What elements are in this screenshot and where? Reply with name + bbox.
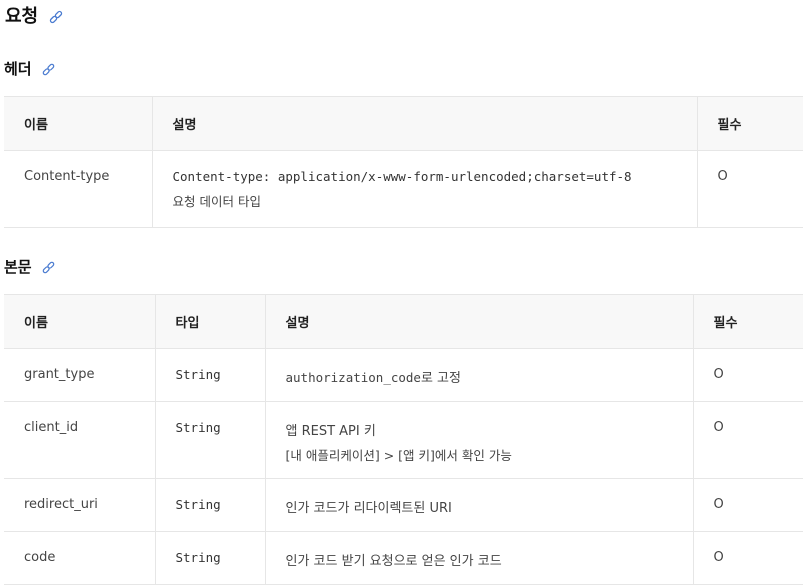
link-icon[interactable] — [41, 62, 56, 77]
column-header-type: 타입 — [154, 294, 265, 349]
link-icon[interactable] — [48, 9, 64, 25]
description-line: 앱 REST API 키 — [285, 424, 376, 439]
param-required: O — [692, 348, 803, 402]
body-table: 이름 타입 설명 필수 grant_type String authorizat… — [4, 294, 803, 585]
param-description: authorization_code로 고정 — [264, 348, 693, 402]
param-type: String — [154, 348, 265, 402]
column-header-description: 설명 — [151, 96, 697, 151]
param-description: 인가 코드 받기 요청으로 얻은 인가 코드 — [264, 531, 693, 585]
table-row: code String 인가 코드 받기 요청으로 얻은 인가 코드 O — [4, 531, 803, 585]
column-header-required: 필수 — [692, 294, 803, 349]
header-table-head-row: 이름 설명 필수 — [4, 96, 803, 151]
param-description: Content-type: application/x-www-form-url… — [151, 150, 697, 228]
body-section-heading: 본문 — [4, 256, 56, 277]
table-row: Content-type Content-type: application/x… — [4, 150, 803, 228]
link-icon[interactable] — [41, 260, 56, 275]
param-description: 앱 REST API 키 [내 애플리케이션] > [앱 키]에서 확인 가능 — [264, 401, 693, 479]
param-description: 인가 코드가 리다이렉트된 URI — [264, 478, 693, 532]
header-section-title: 헤더 — [4, 60, 32, 78]
request-title: 요청 — [5, 6, 39, 27]
description-text: 로 고정 — [420, 371, 461, 386]
header-table: 이름 설명 필수 Content-type Content-type: appl… — [4, 96, 803, 228]
param-name: redirect_uri — [4, 478, 155, 532]
param-required: O — [692, 401, 803, 479]
column-header-name: 이름 — [4, 294, 155, 349]
param-type: String — [154, 401, 265, 479]
description-line: Content-type: application/x-www-form-url… — [172, 169, 632, 184]
param-name: code — [4, 531, 155, 585]
param-type: String — [154, 531, 265, 585]
table-row: redirect_uri String 인가 코드가 리다이렉트된 URI O — [4, 478, 803, 532]
param-required: O — [692, 531, 803, 585]
body-section-title: 본문 — [4, 258, 32, 276]
table-row: client_id String 앱 REST API 키 [내 애플리케이션]… — [4, 401, 803, 479]
param-name: client_id — [4, 401, 155, 479]
param-type: String — [154, 478, 265, 532]
param-required: O — [696, 150, 803, 228]
param-name: grant_type — [4, 348, 155, 402]
request-heading: 요청 — [5, 2, 64, 28]
column-header-name: 이름 — [4, 96, 152, 151]
body-table-head-row: 이름 타입 설명 필수 — [4, 294, 803, 349]
column-header-description: 설명 — [264, 294, 693, 349]
code-literal: authorization_code — [285, 370, 421, 385]
param-name: Content-type — [4, 150, 152, 228]
description-line: 요청 데이터 타입 — [172, 194, 261, 209]
column-header-required: 필수 — [696, 96, 803, 151]
table-row: grant_type String authorization_code로 고정… — [4, 348, 803, 402]
description-line: [내 애플리케이션] > [앱 키]에서 확인 가능 — [285, 448, 512, 463]
header-section-heading: 헤더 — [4, 58, 56, 79]
param-required: O — [692, 478, 803, 532]
